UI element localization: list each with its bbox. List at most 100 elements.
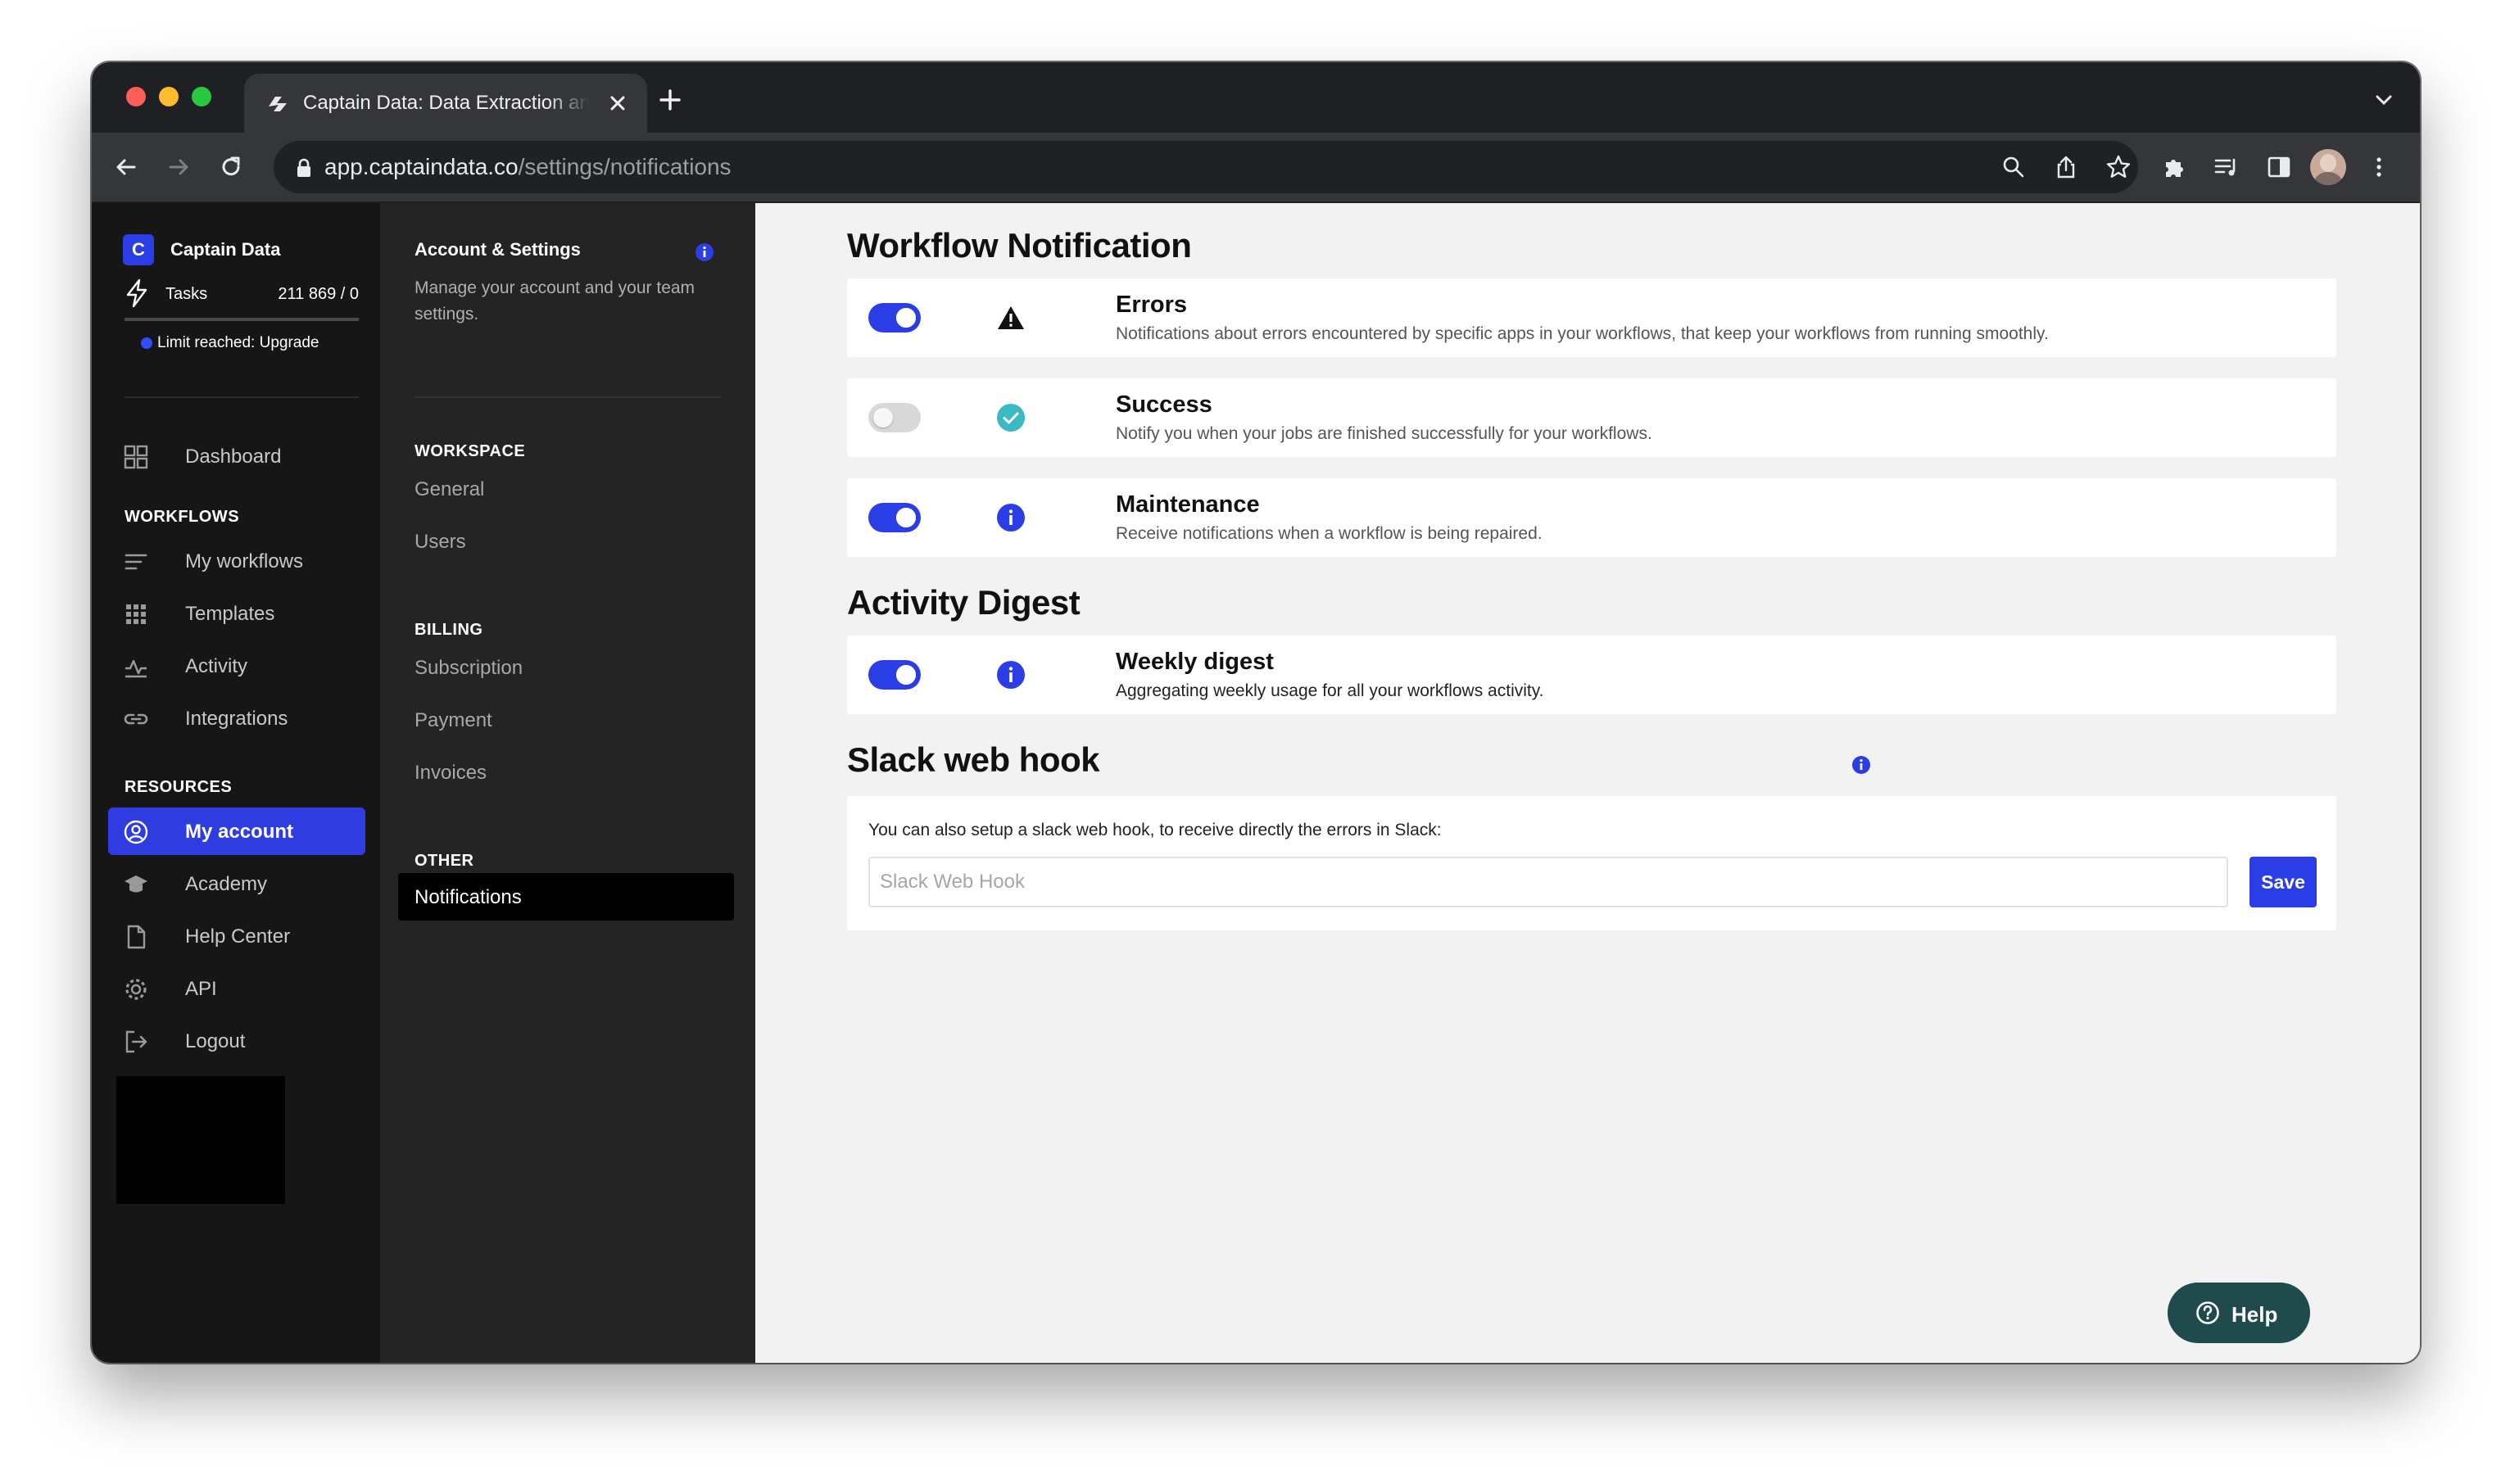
subnav-item-notifications[interactable]: Notifications [398, 873, 734, 921]
workflow-notification-heading: Workflow Notification [847, 226, 1192, 265]
subnav-item-label: Invoices [415, 762, 487, 784]
sidebar-item-my-account[interactable]: My account [108, 808, 365, 855]
share-icon[interactable] [2051, 152, 2081, 182]
sidebar-item-label: Dashboard [185, 446, 282, 468]
profile-avatar[interactable] [2310, 149, 2346, 185]
tasks-progress-bar [125, 318, 359, 321]
browser-toolbar: app.captaindata.co/settings/notification… [92, 133, 2420, 203]
main-sidebar: C Captain Data Tasks 211 869 / 0 Limit r… [92, 203, 380, 1363]
tab-search-chevron-icon[interactable] [2372, 90, 2395, 110]
gear-icon [125, 979, 147, 1000]
notification-title: Maintenance [1116, 491, 1260, 518]
zoom-icon[interactable] [1999, 152, 2028, 182]
info-icon[interactable] [695, 242, 714, 262]
back-icon[interactable] [110, 151, 143, 183]
minimize-window-button[interactable] [159, 87, 179, 106]
sidebar-item-integrations[interactable]: Integrations [108, 694, 365, 742]
limit-status-dot [141, 337, 152, 349]
notification-card-errors: Errors Notifications about errors encoun… [847, 278, 2336, 357]
subnav-item-label: General [415, 478, 485, 500]
forward-icon[interactable] [162, 151, 195, 183]
subnav-item-users[interactable]: Users [398, 518, 734, 565]
subnav-item-label: Payment [415, 709, 492, 731]
maintenance-toggle[interactable] [868, 503, 921, 532]
tasks-count: 211 869 / 0 [278, 285, 359, 303]
sidebar-item-help-center[interactable]: Help Center [108, 912, 365, 960]
help-button-label: Help [2231, 1302, 2278, 1327]
notification-title: Errors [1116, 292, 1188, 318]
billing-section-heading: BILLING [415, 621, 483, 639]
media-queue-icon[interactable] [2210, 151, 2243, 183]
new-tab-icon[interactable] [657, 87, 683, 113]
subnav-divider [415, 396, 721, 398]
sidebar-item-label: Logout [185, 1030, 246, 1052]
digest-description: Aggregating weekly usage for all your wo… [1116, 681, 1544, 700]
subnav-item-payment[interactable]: Payment [398, 696, 734, 744]
subnav-title: Account & Settings [415, 239, 581, 260]
address-bar[interactable]: app.captaindata.co/settings/notification… [274, 141, 2138, 193]
sidebar-item-logout[interactable]: Logout [108, 1017, 365, 1065]
bookmark-star-icon[interactable] [2104, 152, 2133, 182]
link-icon [124, 713, 148, 725]
sidebar-item-my-workflows[interactable]: My workflows [108, 537, 365, 585]
sidebar-item-api[interactable]: API [108, 965, 365, 1012]
sidebar-item-academy[interactable]: Academy [108, 860, 365, 907]
sidebar-item-label: My account [185, 821, 294, 843]
workspace-section-heading: WORKSPACE [415, 442, 526, 460]
workspace-name[interactable]: Captain Data [170, 239, 280, 260]
close-window-button[interactable] [126, 87, 146, 106]
warning-icon [998, 306, 1024, 329]
side-panel-icon[interactable] [2263, 151, 2295, 183]
subnav-item-label: Subscription [415, 657, 523, 679]
activity-digest-heading: Activity Digest [847, 583, 1081, 622]
slack-webhook-instructions: You can also setup a slack web hook, to … [868, 821, 1442, 839]
user-circle-icon [124, 820, 148, 844]
subnav-item-label: Users [415, 531, 466, 553]
errors-toggle[interactable] [868, 303, 921, 333]
graduation-cap-icon [125, 875, 147, 893]
sidebar-divider [125, 396, 359, 398]
toggle-knob [896, 665, 916, 685]
notification-description: Receive notifications when a workflow is… [1116, 524, 1543, 543]
close-tab-icon[interactable] [605, 90, 631, 116]
subnav-item-general[interactable]: General [398, 465, 734, 513]
info-icon [997, 504, 1025, 532]
notification-title: Success [1116, 391, 1212, 418]
tab-strip: Captain Data: Data Extraction and Automa… [92, 62, 2420, 133]
toggle-knob [896, 308, 916, 328]
save-button[interactable]: Save [2249, 857, 2317, 907]
app-area: C Captain Data Tasks 211 869 / 0 Limit r… [92, 203, 2420, 1363]
slack-webhook-input[interactable] [868, 857, 2228, 907]
info-icon[interactable] [1851, 755, 1871, 775]
zoom-window-button[interactable] [192, 87, 211, 106]
sidebar-item-templates[interactable]: Templates [108, 590, 365, 637]
lock-icon [297, 158, 310, 177]
upgrade-link[interactable]: Limit reached: Upgrade [157, 334, 319, 352]
url-path: /settings/notifications [518, 154, 732, 179]
dashboard-icon [124, 445, 148, 469]
browser-menu-icon[interactable] [2363, 151, 2395, 183]
info-icon [997, 661, 1025, 689]
sidebar-item-label: Templates [185, 603, 275, 625]
help-button[interactable]: Help [2168, 1283, 2310, 1343]
subnav-item-invoices[interactable]: Invoices [398, 749, 734, 796]
notification-description: Notify you when your jobs are finished s… [1116, 424, 1652, 443]
subnav-item-subscription[interactable]: Subscription [398, 644, 734, 691]
activity-icon [125, 659, 147, 678]
reload-icon[interactable] [215, 151, 247, 183]
sidebar-item-dashboard[interactable]: Dashboard [108, 432, 365, 480]
weekly-digest-toggle[interactable] [868, 660, 921, 690]
browser-tab[interactable]: Captain Data: Data Extraction and Automa… [244, 74, 647, 133]
sidebar-item-activity[interactable]: Activity [108, 642, 365, 690]
brand-logo[interactable]: C [123, 234, 154, 265]
sidebar-item-label: My workflows [185, 550, 304, 572]
extensions-puzzle-icon[interactable] [2158, 151, 2191, 183]
subnav-item-label: Notifications [415, 886, 522, 908]
main-content: Workflow Notification Errors Notificatio… [755, 203, 2420, 1363]
slack-webhook-card: You can also setup a slack web hook, to … [847, 796, 2336, 930]
settings-subnav: Account & Settings Manage your account a… [380, 203, 755, 1363]
sidebar-item-label: Academy [185, 873, 268, 895]
document-icon [127, 925, 146, 949]
other-section-heading: OTHER [415, 852, 474, 870]
success-toggle[interactable] [868, 403, 921, 432]
